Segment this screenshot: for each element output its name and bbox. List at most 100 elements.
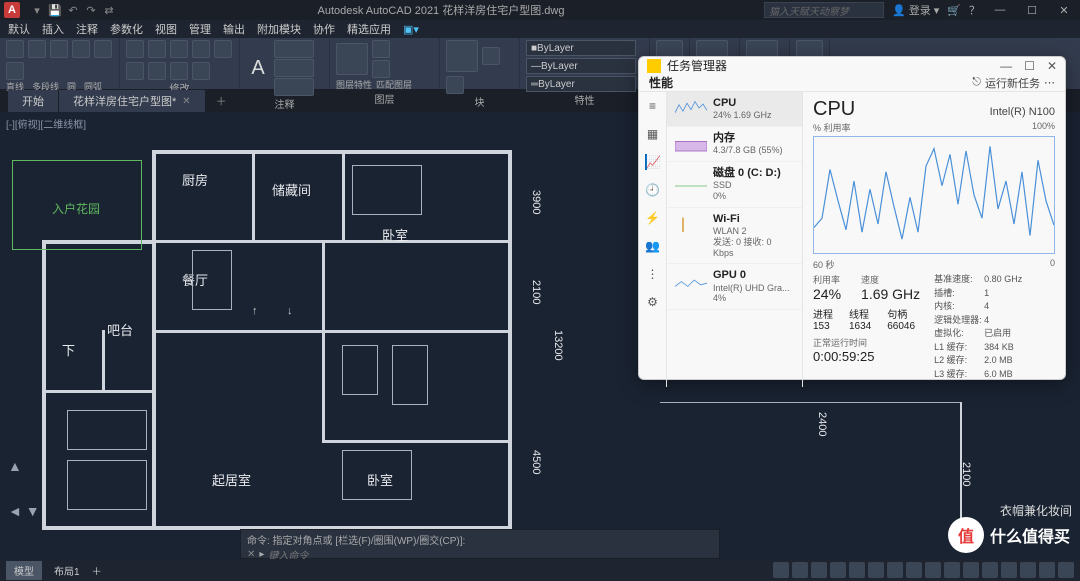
menu-collab[interactable]: 协作 xyxy=(313,21,335,37)
status-otrack-icon[interactable] xyxy=(868,562,884,578)
menu-manage[interactable]: 管理 xyxy=(189,21,211,37)
tm-runnew-button[interactable]: 运行新任务 xyxy=(985,75,1040,91)
tab-model[interactable]: 模型 xyxy=(6,561,42,580)
status-grid-icon[interactable] xyxy=(773,562,789,578)
tool-leader[interactable] xyxy=(274,59,314,77)
tool-rect[interactable] xyxy=(94,40,112,58)
menu-output[interactable]: 输出 xyxy=(223,21,245,37)
tool-rotate[interactable] xyxy=(148,40,166,58)
tm-cpu-model: Intel(R) N100 xyxy=(990,106,1055,118)
tool-move[interactable] xyxy=(126,40,144,58)
help-icon[interactable]: ？ xyxy=(969,2,980,18)
tool-arc[interactable] xyxy=(72,40,90,58)
status-ws-icon[interactable] xyxy=(982,562,998,578)
status-snap-icon[interactable] xyxy=(792,562,808,578)
menu-parametric[interactable]: 参数化 xyxy=(110,21,143,37)
maximize-icon[interactable]: ☐ xyxy=(1020,4,1044,17)
tm-nav-users-icon[interactable]: 👥 xyxy=(645,238,661,254)
tool-layer-1[interactable] xyxy=(372,40,390,58)
tm-nav-services-icon[interactable]: ⚙ xyxy=(645,294,661,310)
tm-nav-startup-icon[interactable]: ⚡ xyxy=(645,210,661,226)
tm-title-text: 任务管理器 xyxy=(667,57,727,74)
qat-undo-icon[interactable]: ↶ xyxy=(64,1,82,19)
tool-stretch[interactable] xyxy=(148,62,166,80)
status-hw-icon[interactable] xyxy=(1001,562,1017,578)
status-cust-icon[interactable] xyxy=(1058,562,1074,578)
status-clean-icon[interactable] xyxy=(1039,562,1055,578)
menu-default[interactable]: 默认 xyxy=(8,21,30,37)
tm-item-cpu[interactable]: CPU24% 1.69 GHz xyxy=(667,92,802,127)
status-osnap-icon[interactable] xyxy=(849,562,865,578)
status-qp-icon[interactable] xyxy=(925,562,941,578)
qat-save-icon[interactable]: 💾 xyxy=(46,1,64,19)
menu-addins[interactable]: 附加模块 xyxy=(257,21,301,37)
viewport-label[interactable]: [-][俯视][二维线框] xyxy=(6,116,86,131)
tm-more-icon[interactable]: ⋯ xyxy=(1044,76,1055,89)
qat-menu-icon[interactable]: ▾ xyxy=(28,1,46,19)
tool-circle[interactable] xyxy=(50,40,68,58)
tm-nav-processes-icon[interactable]: ▦ xyxy=(645,126,661,142)
login-button[interactable]: 👤 登录 ▾ xyxy=(892,2,939,18)
tm-nav-history-icon[interactable]: 🕘 xyxy=(645,182,661,198)
tool-layer-2[interactable] xyxy=(372,60,390,78)
tool-array[interactable] xyxy=(192,62,210,80)
tm-titlebar[interactable]: 任务管理器 — ☐ ✕ xyxy=(639,57,1065,74)
tab-close-icon[interactable]: ✕ xyxy=(182,96,190,107)
tool-line[interactable] xyxy=(6,40,24,58)
tool-layerprops[interactable] xyxy=(336,43,368,75)
tm-nav-performance-icon[interactable]: 📈 xyxy=(645,154,661,170)
tool-copy[interactable] xyxy=(192,40,210,58)
bylayer-color[interactable]: ■ ByLayer xyxy=(526,40,636,56)
help-search-input[interactable]: 猫入天赋天动察梦 xyxy=(764,2,884,18)
tm-item-memory[interactable]: 内存4.3/7.8 GB (55%) xyxy=(667,127,802,162)
tm-maximize-icon[interactable]: ☐ xyxy=(1024,59,1035,73)
command-line[interactable]: 命令: 指定对角点或 [栏选(F)/圈围(WP)/圈交(CP)]: ✕ ▸ 键入… xyxy=(240,529,720,559)
tm-item-wifi[interactable]: Wi-FiWLAN 2发送: 0 接收: 0 Kbps xyxy=(667,208,802,265)
minimize-icon[interactable]: — xyxy=(988,4,1012,16)
tm-runnew-icon[interactable]: ⎋ xyxy=(972,76,981,89)
tool-create[interactable] xyxy=(482,47,500,65)
menu-view[interactable]: 视图 xyxy=(155,21,177,37)
task-manager-window[interactable]: 任务管理器 — ☐ ✕ 性能 ⎋ 运行新任务 ⋯ ≡ ▦ 📈 🕘 ⚡ 👥 ⋮ ⚙ xyxy=(638,56,1066,380)
tab-file[interactable]: 花样洋房住宅户型图*✕ xyxy=(59,90,206,112)
tool-scale[interactable] xyxy=(170,62,188,80)
status-lwt-icon[interactable] xyxy=(887,562,903,578)
tab-add-icon[interactable]: ＋ xyxy=(92,563,102,578)
tab-layout1[interactable]: 布局1 xyxy=(46,561,88,580)
qat-share-icon[interactable]: ⇄ xyxy=(100,1,118,19)
tab-new-icon[interactable]: ＋ xyxy=(206,93,237,109)
status-anno-icon[interactable] xyxy=(963,562,979,578)
tool-edit[interactable] xyxy=(446,76,464,94)
ucs-icon[interactable]: ▲ ◄ ▼ xyxy=(8,503,40,519)
bylayer-line[interactable]: — ByLayer xyxy=(526,58,636,74)
tool-table[interactable] xyxy=(274,78,314,96)
menu-more-icon[interactable]: ▣▾ xyxy=(403,23,419,36)
tool-mirror[interactable] xyxy=(214,40,232,58)
tm-nav-details-icon[interactable]: ⋮ xyxy=(645,266,661,282)
status-iso-icon[interactable] xyxy=(1020,562,1036,578)
tool-hatch[interactable] xyxy=(6,62,24,80)
tool-fillet[interactable] xyxy=(126,62,144,80)
cart-icon[interactable]: 🛒 xyxy=(947,4,961,17)
close-icon[interactable]: ✕ xyxy=(1052,4,1076,17)
bylayer-weight[interactable]: ═ ByLayer xyxy=(526,76,636,92)
menu-express[interactable]: 精选应用 xyxy=(347,21,391,37)
status-sc-icon[interactable] xyxy=(944,562,960,578)
qat-redo-icon[interactable]: ↷ xyxy=(82,1,100,19)
tm-nav-menu-icon[interactable]: ≡ xyxy=(645,98,661,114)
tool-text[interactable]: A xyxy=(246,54,270,82)
tm-minimize-icon[interactable]: — xyxy=(1000,59,1012,73)
menu-insert[interactable]: 插入 xyxy=(42,21,64,37)
tool-trim[interactable] xyxy=(170,40,188,58)
tool-insert[interactable] xyxy=(446,40,478,72)
status-ortho-icon[interactable] xyxy=(811,562,827,578)
tool-polyline[interactable] xyxy=(28,40,46,58)
tm-item-gpu[interactable]: GPU 0Intel(R) UHD Gra...4% xyxy=(667,264,802,310)
tm-close-icon[interactable]: ✕ xyxy=(1047,59,1057,73)
menu-annotate[interactable]: 注释 xyxy=(76,21,98,37)
tool-linear[interactable] xyxy=(274,40,314,58)
tab-start[interactable]: 开始 xyxy=(8,90,59,112)
status-polar-icon[interactable] xyxy=(830,562,846,578)
tm-item-disk[interactable]: 磁盘 0 (C: D:)SSD0% xyxy=(667,162,802,208)
status-trans-icon[interactable] xyxy=(906,562,922,578)
